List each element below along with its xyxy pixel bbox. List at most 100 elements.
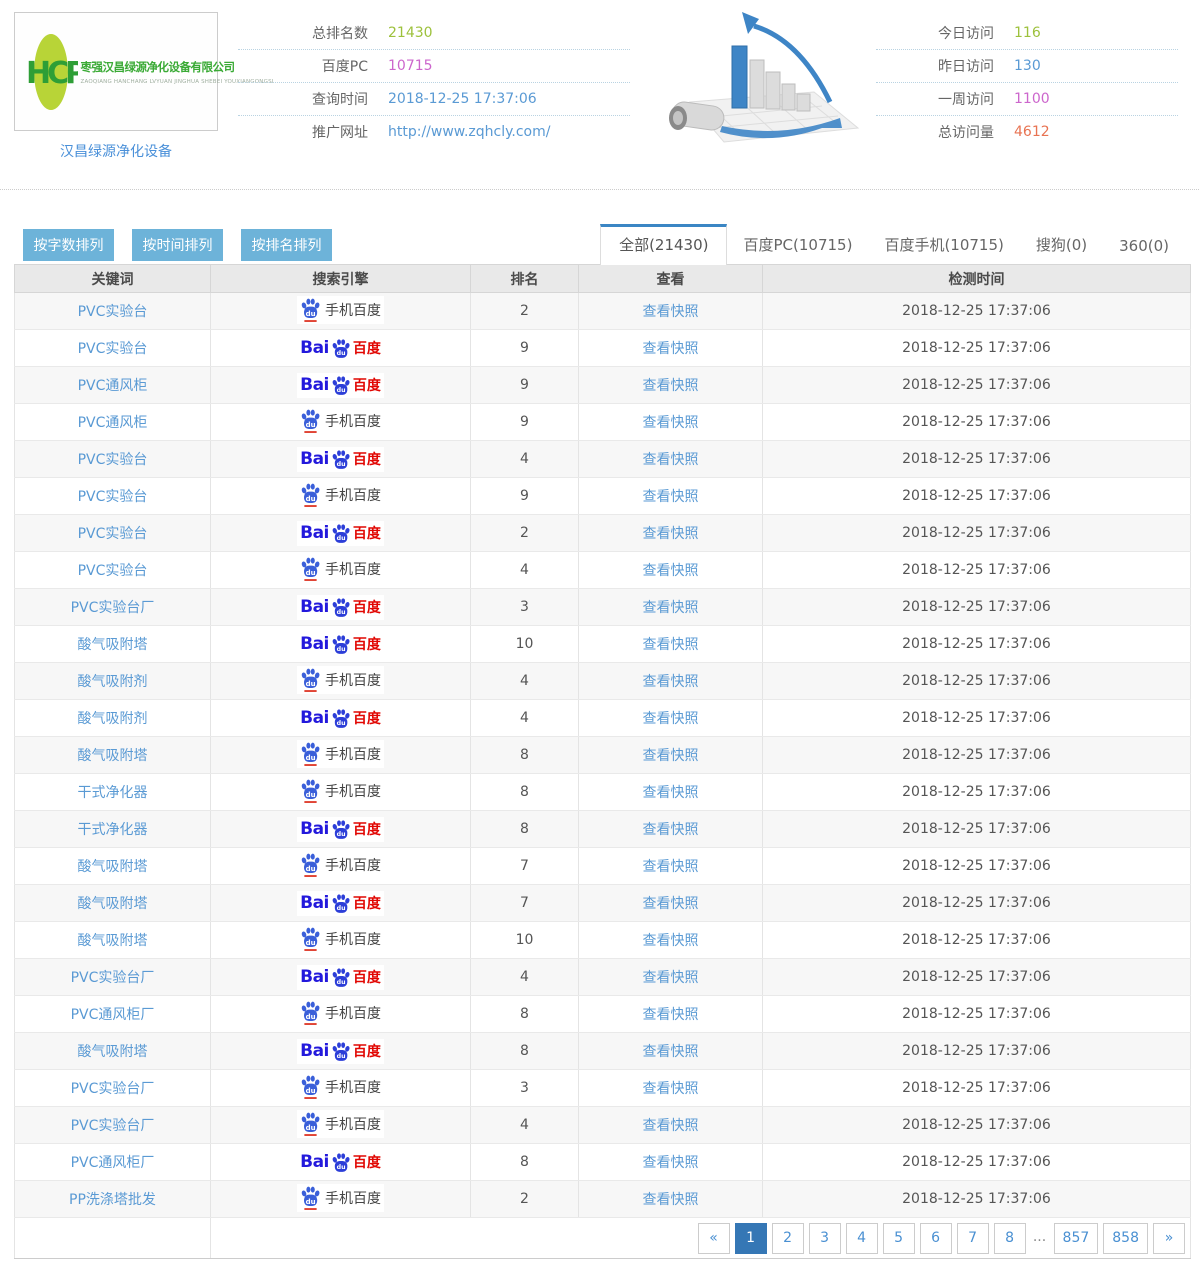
keyword-link[interactable]: PVC实验台 bbox=[78, 526, 148, 542]
page-button[interactable]: 6 bbox=[920, 1223, 952, 1254]
snapshot-link[interactable]: 查看快照 bbox=[643, 748, 699, 764]
keyword-link[interactable]: 酸气吸附塔 bbox=[78, 1044, 148, 1060]
baidu-logo-bai: Bai bbox=[300, 708, 329, 728]
page-button[interactable]: 857 bbox=[1054, 1223, 1099, 1254]
company-name: 枣强汉昌绿源净化设备有限公司 bbox=[81, 59, 209, 75]
snapshot-link[interactable]: 查看快照 bbox=[643, 378, 699, 394]
rank-value: 2 bbox=[471, 1181, 579, 1218]
baidu-paw-icon: du bbox=[331, 966, 351, 989]
check-time: 2018-12-25 17:37:06 bbox=[763, 848, 1191, 885]
tab-baidu-mobile[interactable]: 百度手机(10715) bbox=[868, 225, 1019, 264]
snapshot-link[interactable]: 查看快照 bbox=[643, 896, 699, 912]
keyword-link[interactable]: PVC通风柜 bbox=[78, 415, 148, 431]
tab-all[interactable]: 全部(21430) bbox=[600, 224, 727, 265]
snapshot-link[interactable]: 查看快照 bbox=[643, 637, 699, 653]
snapshot-link[interactable]: 查看快照 bbox=[643, 489, 699, 505]
snapshot-link[interactable]: 查看快照 bbox=[643, 341, 699, 357]
snapshot-link[interactable]: 查看快照 bbox=[643, 1081, 699, 1097]
keyword-link[interactable]: PP洗涤塔批发 bbox=[69, 1192, 156, 1208]
rank-value: 8 bbox=[471, 1144, 579, 1181]
rank-value: 9 bbox=[471, 404, 579, 441]
baidu-pc-engine: Bai du 百度 bbox=[297, 521, 384, 546]
sort-by-time-button[interactable]: 按时间排列 bbox=[132, 229, 223, 261]
baidu-mobile-engine: du 手机百度 bbox=[297, 1184, 384, 1212]
keyword-link[interactable]: PVC实验台厂 bbox=[71, 970, 155, 986]
snapshot-link[interactable]: 查看快照 bbox=[643, 785, 699, 801]
svg-text:du: du bbox=[336, 386, 345, 393]
page-button[interactable]: 1 bbox=[735, 1223, 767, 1254]
col-header-time: 检测时间 bbox=[763, 265, 1191, 293]
snapshot-link[interactable]: 查看快照 bbox=[643, 1118, 699, 1134]
snapshot-link[interactable]: 查看快照 bbox=[643, 1007, 699, 1023]
snapshot-link[interactable]: 查看快照 bbox=[643, 1192, 699, 1208]
rank-value: 10 bbox=[471, 922, 579, 959]
page-next-button[interactable]: » bbox=[1153, 1223, 1185, 1254]
baidu-paw-icon: du bbox=[331, 892, 351, 915]
keyword-link[interactable]: PVC实验台 bbox=[78, 563, 148, 579]
promo-url-link[interactable]: http://www.zqhcly.com/ bbox=[388, 124, 550, 140]
snapshot-link[interactable]: 查看快照 bbox=[643, 674, 699, 690]
query-stats-panel: 总排名数 21430 百度PC 10715 查询时间 2018-12-25 17… bbox=[238, 16, 630, 148]
baidu-pc-engine: Bai du 百度 bbox=[297, 447, 384, 472]
logo-mark-icon: HCP bbox=[24, 31, 78, 113]
snapshot-link[interactable]: 查看快照 bbox=[643, 526, 699, 542]
keyword-link[interactable]: PVC实验台 bbox=[78, 452, 148, 468]
page-button[interactable]: 3 bbox=[809, 1223, 841, 1254]
page-button[interactable]: 7 bbox=[957, 1223, 989, 1254]
table-row: PVC通风柜 du 手机百度 9 查看快照 2018-12-25 17:37:0… bbox=[15, 404, 1191, 441]
keyword-link[interactable]: PVC通风柜 bbox=[78, 378, 148, 394]
engine-label: 手机百度 bbox=[325, 485, 381, 505]
keyword-link[interactable]: 酸气吸附剂 bbox=[78, 674, 148, 690]
page-button[interactable]: 5 bbox=[883, 1223, 915, 1254]
snapshot-link[interactable]: 查看快照 bbox=[643, 711, 699, 727]
keyword-link[interactable]: PVC实验台 bbox=[78, 304, 148, 320]
snapshot-link[interactable]: 查看快照 bbox=[643, 1155, 699, 1171]
snapshot-link[interactable]: 查看快照 bbox=[643, 600, 699, 616]
snapshot-link[interactable]: 查看快照 bbox=[643, 822, 699, 838]
keyword-link[interactable]: PVC通风柜厂 bbox=[71, 1155, 155, 1171]
svg-text:du: du bbox=[336, 460, 345, 467]
keyword-link[interactable]: 酸气吸附剂 bbox=[78, 711, 148, 727]
keyword-link[interactable]: 酸气吸附塔 bbox=[78, 859, 148, 875]
keyword-link[interactable]: 酸气吸附塔 bbox=[78, 637, 148, 653]
keyword-link[interactable]: 酸气吸附塔 bbox=[78, 748, 148, 764]
snapshot-link[interactable]: 查看快照 bbox=[643, 304, 699, 320]
snapshot-link[interactable]: 查看快照 bbox=[643, 1044, 699, 1060]
snapshot-link[interactable]: 查看快照 bbox=[643, 563, 699, 579]
baidu-paw-icon: du bbox=[300, 741, 321, 767]
tab-baidu-pc[interactable]: 百度PC(10715) bbox=[727, 225, 868, 264]
tab-sogou[interactable]: 搜狗(0) bbox=[1020, 225, 1103, 264]
snapshot-link[interactable]: 查看快照 bbox=[643, 415, 699, 431]
keyword-link[interactable]: PVC实验台厂 bbox=[71, 1081, 155, 1097]
page-prev-button[interactable]: « bbox=[698, 1223, 730, 1254]
check-time: 2018-12-25 17:37:06 bbox=[763, 959, 1191, 996]
engine-label: 手机百度 bbox=[325, 559, 381, 579]
keyword-link[interactable]: PVC通风柜厂 bbox=[71, 1007, 155, 1023]
baidu-paw-icon: du bbox=[331, 337, 351, 360]
snapshot-link[interactable]: 查看快照 bbox=[643, 933, 699, 949]
sort-by-rank-button[interactable]: 按排名排列 bbox=[241, 229, 332, 261]
page-button[interactable]: 2 bbox=[772, 1223, 804, 1254]
svg-text:du: du bbox=[306, 679, 316, 687]
toolbar: 按字数排列 按时间排列 按排名排列 全部(21430) 百度PC(10715) … bbox=[14, 224, 1185, 264]
keyword-link[interactable]: 酸气吸附塔 bbox=[78, 933, 148, 949]
table-row: 酸气吸附剂 Bai du 百度 4 查看快照 2018-12-25 17:37:… bbox=[15, 700, 1191, 737]
engine-label: 手机百度 bbox=[325, 1077, 381, 1097]
keyword-link[interactable]: 干式净化器 bbox=[78, 785, 148, 801]
keyword-link[interactable]: 干式净化器 bbox=[78, 822, 148, 838]
snapshot-link[interactable]: 查看快照 bbox=[643, 859, 699, 875]
page-button[interactable]: 4 bbox=[846, 1223, 878, 1254]
page-button[interactable]: 8 bbox=[994, 1223, 1026, 1254]
rank-value: 10 bbox=[471, 626, 579, 663]
keyword-link[interactable]: PVC实验台 bbox=[78, 489, 148, 505]
tab-360[interactable]: 360(0) bbox=[1103, 228, 1185, 264]
page-button[interactable]: 858 bbox=[1103, 1223, 1148, 1254]
keyword-link[interactable]: PVC实验台厂 bbox=[71, 1118, 155, 1134]
table-row: PP洗涤塔批发 du 手机百度 2 查看快照 2018-12-25 17:37:… bbox=[15, 1181, 1191, 1218]
keyword-link[interactable]: PVC实验台厂 bbox=[71, 600, 155, 616]
sort-by-wordcount-button[interactable]: 按字数排列 bbox=[23, 229, 114, 261]
snapshot-link[interactable]: 查看快照 bbox=[643, 970, 699, 986]
keyword-link[interactable]: 酸气吸附塔 bbox=[78, 896, 148, 912]
keyword-link[interactable]: PVC实验台 bbox=[78, 341, 148, 357]
snapshot-link[interactable]: 查看快照 bbox=[643, 452, 699, 468]
